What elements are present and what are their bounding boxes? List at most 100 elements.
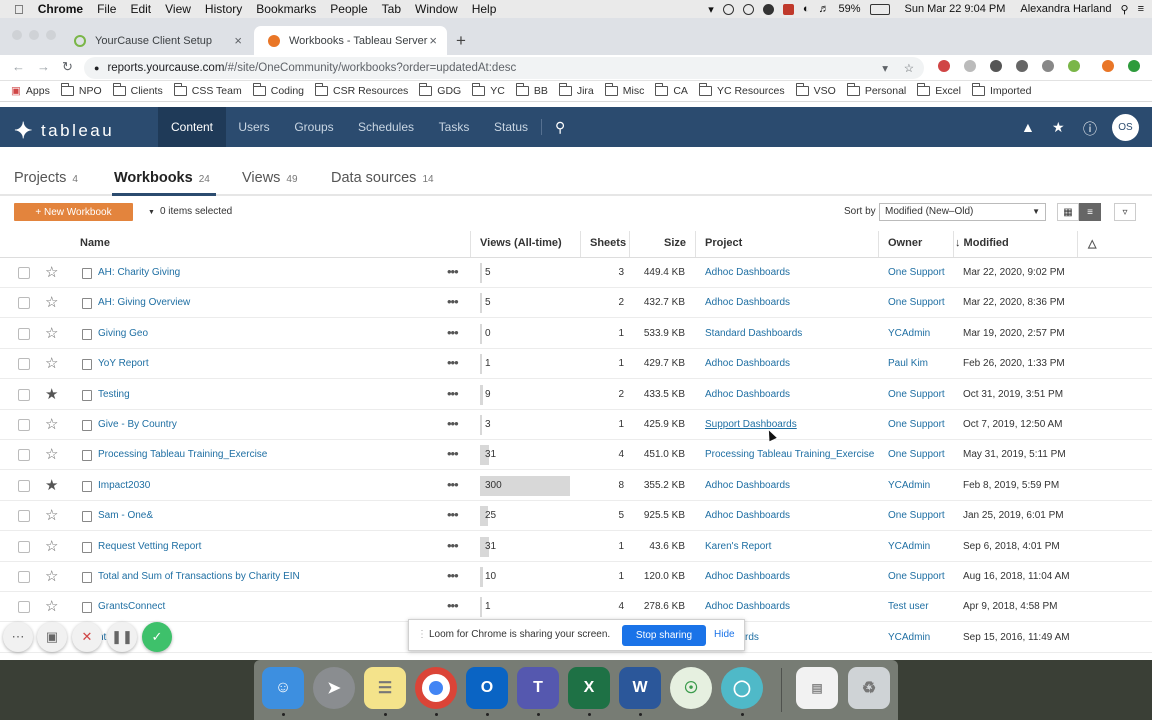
favorite-star-icon[interactable]: ★ — [45, 385, 58, 403]
table-row[interactable]: ★ Testing ••• 9 2 433.5 KB Adhoc Dashboards One… — [0, 380, 1152, 410]
more-actions-icon[interactable]: ••• — [447, 532, 459, 560]
workbook-name-link[interactable]: AH: Giving Overview — [98, 288, 190, 318]
owner-link[interactable]: One Support — [888, 410, 945, 440]
extension-icon-6[interactable] — [1068, 60, 1080, 72]
window-close-button[interactable] — [12, 30, 22, 40]
more-actions-icon[interactable]: ••• — [447, 258, 459, 286]
row-checkbox[interactable] — [18, 267, 30, 279]
table-row[interactable]: ☆ AH: Charity Giving ••• 5 3 449.4 KB Adhoc Da… — [0, 258, 1152, 288]
extension-icon-4[interactable] — [1016, 60, 1028, 72]
bookmark-folder[interactable]: YC Resources — [698, 83, 785, 97]
tab-views[interactable]: Views 49 — [242, 170, 298, 186]
new-tab-button[interactable]: + — [448, 26, 478, 55]
volume-icon[interactable]: ♬ — [818, 3, 829, 15]
bookmark-folder[interactable]: CA — [655, 83, 688, 97]
nav-status[interactable]: Status — [486, 107, 536, 147]
apple-menu-icon[interactable]:  — [14, 2, 24, 17]
bookmark-folder[interactable]: Imported — [971, 83, 1031, 97]
workbook-name-link[interactable]: GrantsConnect — [98, 592, 165, 622]
window-zoom-button[interactable] — [46, 30, 56, 40]
owner-link[interactable]: YCAdmin — [888, 532, 930, 562]
bookmark-folder[interactable]: Coding — [252, 83, 304, 97]
table-row[interactable]: ☆ AH: Giving Overview ••• 5 2 432.7 KB Adhoc D… — [0, 288, 1152, 318]
workbook-name-link[interactable]: AH: Charity Giving — [98, 258, 180, 288]
forward-arrow-icon[interactable]: → — [37, 59, 50, 74]
table-row[interactable]: ☆ Request Vetting Report ••• 31 1 43.6 KB Kare… — [0, 532, 1152, 562]
row-checkbox[interactable] — [18, 541, 30, 553]
trash-icon[interactable]: ♻ — [848, 667, 890, 709]
workbook-name-link[interactable]: Testing — [98, 380, 130, 410]
loom-camera-icon[interactable]: ▣ — [37, 622, 67, 652]
row-checkbox[interactable] — [18, 601, 30, 613]
project-link[interactable]: Adhoc Dashboards — [705, 501, 790, 531]
project-link[interactable]: Adhoc Dashboards — [705, 288, 790, 318]
workbook-name-link[interactable]: YoY Report — [98, 349, 149, 379]
workbook-name-link[interactable]: Impact2030 — [98, 471, 150, 501]
menu-app-name[interactable]: Chrome — [38, 2, 83, 16]
alert-warning-icon[interactable]: ▲ — [1021, 119, 1035, 135]
bookmark-folder[interactable]: CSS Team — [173, 83, 242, 97]
col-alerts-warning-icon[interactable]: △ — [1088, 237, 1096, 250]
app-green-icon[interactable]: ☉ — [670, 667, 712, 709]
chrome-icon[interactable] — [415, 667, 457, 709]
camera-extension-icon[interactable] — [964, 60, 976, 72]
table-row[interactable]: ★ Impact2030 ••• 300 8 355.2 KB Adhoc Dashboar… — [0, 471, 1152, 501]
preview-document-icon[interactable]: ▤ — [796, 667, 838, 709]
launchpad-icon[interactable]: ➤ — [313, 667, 355, 709]
more-actions-icon[interactable]: ••• — [447, 349, 459, 377]
bookmark-star-icon[interactable]: ☆ — [904, 61, 914, 75]
stop-sharing-button[interactable]: Stop sharing — [622, 625, 706, 646]
owner-link[interactable]: Paul Kim — [888, 349, 928, 379]
close-tab-icon[interactable]: × — [429, 33, 437, 48]
selection-dropdown[interactable]: ▼ 0 items selected — [148, 206, 232, 217]
col-views[interactable]: Views (All-time) — [480, 237, 562, 249]
workbook-name-link[interactable]: Sam - One& — [98, 501, 153, 531]
owner-link[interactable]: One Support — [888, 288, 945, 318]
favorite-star-icon[interactable]: ☆ — [45, 597, 58, 615]
menu-help[interactable]: Help — [472, 2, 497, 16]
address-bar[interactable]: ● reports.yourcause.com /#/site/OneCommu… — [84, 57, 924, 79]
search-icon[interactable]: ⚲ — [555, 119, 565, 136]
project-link[interactable]: Adhoc Dashboards — [705, 562, 790, 592]
tab-workbooks[interactable]: Workbooks 24 — [114, 170, 210, 186]
excel-icon[interactable]: X — [568, 667, 610, 709]
reload-icon[interactable]: ↻ — [62, 59, 73, 75]
sync-icon[interactable] — [742, 3, 754, 15]
favorite-star-icon[interactable]: ☆ — [45, 506, 58, 524]
bookmark-folder[interactable]: VSO — [795, 83, 836, 97]
user-avatar[interactable]: OS — [1112, 114, 1139, 141]
bookmark-folder[interactable]: GDG — [419, 83, 461, 97]
menu-history[interactable]: History — [205, 2, 242, 16]
list-view-button[interactable]: ≡ — [1079, 203, 1101, 221]
microphone-icon[interactable]: ▾ — [708, 3, 714, 16]
row-checkbox[interactable] — [18, 358, 30, 370]
nav-tasks[interactable]: Tasks — [432, 107, 476, 147]
more-actions-icon[interactable]: ••• — [447, 319, 459, 347]
bookmark-folder[interactable]: Clients — [112, 83, 163, 97]
loom-status-icon[interactable] — [762, 3, 774, 15]
project-link[interactable]: Adhoc Dashboards — [705, 349, 790, 379]
voice-search-icon[interactable]: ▾ — [882, 61, 888, 75]
table-row[interactable]: ☆ GrantsConnect ••• 1 4 278.6 KB Adhoc Dashboa… — [0, 592, 1152, 622]
more-actions-icon[interactable]: ••• — [447, 471, 459, 499]
favorite-star-icon[interactable]: ☆ — [45, 567, 58, 585]
row-checkbox[interactable] — [18, 571, 30, 583]
wifi-icon[interactable]: ◐ — [803, 3, 810, 15]
favorite-star-icon[interactable]: ☆ — [45, 263, 58, 281]
tab-data-sources[interactable]: Data sources 14 — [331, 170, 434, 186]
outlook-icon[interactable]: O — [466, 667, 508, 709]
row-checkbox[interactable] — [18, 328, 30, 340]
menu-window[interactable]: Window — [415, 2, 458, 16]
nav-content[interactable]: Content — [158, 107, 226, 147]
menu-bookmarks[interactable]: Bookmarks — [256, 2, 316, 16]
favorites-star-icon[interactable]: ★ — [1052, 119, 1065, 136]
browser-tab-yourcause[interactable]: YourCause Client Setup × — [60, 26, 252, 55]
tab-projects[interactable]: Projects 4 — [14, 170, 78, 186]
project-link[interactable]: Adhoc Dashboards — [705, 471, 790, 501]
favorite-star-icon[interactable]: ☆ — [45, 354, 58, 372]
row-checkbox[interactable] — [18, 419, 30, 431]
loom-pause-icon[interactable]: ❚❚ — [107, 622, 137, 652]
owner-link[interactable]: One Support — [888, 501, 945, 531]
owner-link[interactable]: One Support — [888, 440, 945, 470]
menu-edit[interactable]: Edit — [130, 2, 151, 16]
